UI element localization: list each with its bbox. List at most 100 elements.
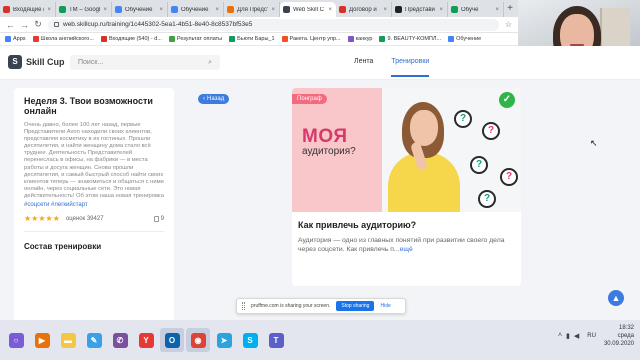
bookmark-favicon-icon xyxy=(229,36,236,42)
app-glyph: ▬ xyxy=(60,332,76,348)
training-contents-title: Состав тренировки xyxy=(24,242,102,252)
bookmark-label: Бьюти Бары_1 xyxy=(237,36,275,42)
question-mark-icon: ? xyxy=(478,190,496,208)
drag-handle-icon[interactable] xyxy=(242,302,245,310)
lesson-card[interactable]: Понграф МОЯ аудитория? ? ? ? ? ? ✓ Как п… xyxy=(292,88,521,286)
tab-title: Обучение xyxy=(125,6,153,13)
new-tab-button[interactable]: + xyxy=(504,2,516,17)
tab-title: Обуче xyxy=(461,6,479,13)
question-mark-icon: ? xyxy=(482,122,500,140)
training-title: Неделя 3. Твои возможности онлайн xyxy=(24,96,153,116)
network-icon[interactable]: ▮ xyxy=(566,332,570,340)
bookmark-favicon-icon xyxy=(32,36,39,42)
bookmark-star-icon[interactable]: ☆ xyxy=(505,20,512,29)
windows-taskbar: ○ ▶ ▬ ✎ ✆ Y O ◉ ➤ S T ˄ ▮ ◀ RU 18:32 среда 30.09.2… xyxy=(0,320,640,360)
browser-tab[interactable]: Обуче × xyxy=(448,2,504,17)
copies-counter: 9 xyxy=(153,215,164,222)
bookmark-label: канкур xyxy=(355,36,373,42)
nav-trainings[interactable]: Тренировки xyxy=(391,58,429,77)
bookmark-label: Apps xyxy=(13,36,26,42)
question-mark-icon: ? xyxy=(454,110,472,128)
bookmark-favicon-icon xyxy=(379,36,386,42)
teams-icon[interactable]: T xyxy=(264,328,288,352)
viber-icon[interactable]: ✆ xyxy=(108,328,132,352)
browser-tab[interactable]: Входящие (× xyxy=(0,2,56,17)
mouse-cursor-icon: ↖ xyxy=(590,138,598,148)
bookmark-item[interactable]: Обучение xyxy=(448,36,481,42)
chrome-icon[interactable]: ◉ xyxy=(186,328,210,352)
nav-feed[interactable]: Лента xyxy=(354,58,373,65)
close-tab-icon[interactable]: × xyxy=(271,7,275,13)
app-glyph: Y xyxy=(138,332,154,348)
bookmark-label: Ракета. Центр упр... xyxy=(289,36,341,42)
tab-favicon-icon xyxy=(227,6,234,13)
bookmark-item[interactable]: Ракета. Центр упр... xyxy=(281,36,341,42)
taskbar-clock[interactable]: 18:32 среда 30.09.2020 xyxy=(604,324,634,348)
lesson-cover-image: Понграф МОЯ аудитория? ? ? ? ? ? ✓ xyxy=(292,88,521,212)
page-content: Неделя 3. Твои возможности онлайн Очень … xyxy=(0,80,640,335)
back-arrow-icon[interactable]: ← xyxy=(6,20,15,30)
skillcup-logo[interactable]: S Skill Cup xyxy=(8,55,65,69)
reload-icon[interactable]: ↻ xyxy=(34,19,42,30)
hide-banner-button[interactable]: Hide xyxy=(380,303,390,309)
bookmark-item[interactable]: Школа английского... xyxy=(32,36,94,42)
paint-icon[interactable]: ✎ xyxy=(82,328,106,352)
browser-tab[interactable]: Обучение × xyxy=(112,2,168,17)
tab-title: Представи xyxy=(405,6,435,13)
chevron-up-icon[interactable]: ˄ xyxy=(558,332,562,340)
browser-tab[interactable]: TM – Googl × xyxy=(56,2,112,17)
search-input[interactable]: Поиск... ⌕ xyxy=(70,55,220,70)
bookmark-item[interactable]: 9. BEAUTY-КОМПЛ... xyxy=(379,36,441,42)
app-glyph: ✎ xyxy=(86,332,102,348)
forward-arrow-icon[interactable]: → xyxy=(20,20,29,30)
bookmark-item[interactable]: Бьюти Бары_1 xyxy=(229,36,275,42)
close-tab-icon[interactable]: × xyxy=(383,7,387,13)
outlook-icon[interactable]: O xyxy=(160,328,184,352)
bookmark-label: Обучение xyxy=(456,36,482,42)
tab-favicon-icon xyxy=(59,6,66,13)
back-button[interactable]: ‹ Назад xyxy=(198,94,230,104)
close-tab-icon[interactable]: × xyxy=(47,7,51,13)
app-glyph: ➤ xyxy=(216,332,232,348)
stop-sharing-button[interactable]: Stop sharing xyxy=(336,301,375,311)
training-hashtags[interactable]: #соцсети #легкийстарт xyxy=(24,202,164,208)
back-label: Назад xyxy=(207,96,225,102)
tray-icons[interactable]: ˄ ▮ ◀ xyxy=(558,332,579,340)
tab-title: Для Предст xyxy=(237,6,269,13)
bookmark-item[interactable]: Apps xyxy=(5,36,26,42)
address-bar[interactable]: web.skillcup.ru/training/1c445302-5ea1-4… xyxy=(48,18,499,31)
tab-favicon-icon xyxy=(395,6,402,13)
browser-tab[interactable]: Представи × xyxy=(392,2,448,17)
volume-icon[interactable]: ◀ xyxy=(574,332,579,340)
address-url: web.skillcup.ru/training/1c445302-5ea1-4… xyxy=(63,21,253,28)
close-tab-icon[interactable]: × xyxy=(103,7,107,13)
skype-icon[interactable]: S xyxy=(238,328,262,352)
bookmark-item[interactable]: канкур xyxy=(347,36,373,42)
bookmark-item[interactable]: Входящие (540) - d... xyxy=(100,36,162,42)
close-tab-icon[interactable]: × xyxy=(159,7,163,13)
input-language[interactable]: RU xyxy=(587,333,596,339)
bookmark-favicon-icon xyxy=(347,36,354,42)
divider xyxy=(24,231,164,233)
yandex-icon[interactable]: Y xyxy=(134,328,158,352)
file-explorer-icon[interactable]: ▬ xyxy=(56,328,80,352)
logo-mark-icon: S xyxy=(8,55,22,69)
close-tab-icon[interactable]: × xyxy=(215,7,219,13)
scroll-to-top-button[interactable]: ▲ xyxy=(608,290,624,306)
browser-tab[interactable]: Web Skill C × xyxy=(280,2,336,17)
cortana-icon[interactable]: ○ xyxy=(4,328,28,352)
app-glyph: ✆ xyxy=(112,332,128,348)
telegram-icon[interactable]: ➤ xyxy=(212,328,236,352)
browser-tab[interactable]: Договор и × xyxy=(336,2,392,17)
browser-tab[interactable]: Обучение × xyxy=(168,2,224,17)
browser-tab[interactable]: Для Предст × xyxy=(224,2,280,17)
close-tab-icon[interactable]: × xyxy=(495,7,499,13)
app-glyph: S xyxy=(242,332,258,348)
tab-title: Входящие ( xyxy=(13,6,45,13)
media-player-icon[interactable]: ▶ xyxy=(30,328,54,352)
read-more-link[interactable]: ещё xyxy=(400,246,413,253)
close-tab-icon[interactable]: × xyxy=(439,7,443,13)
close-tab-icon[interactable]: × xyxy=(328,7,332,13)
logo-text: Skill Cup xyxy=(26,57,65,67)
bookmark-item[interactable]: Результат оплаты xyxy=(168,36,222,42)
